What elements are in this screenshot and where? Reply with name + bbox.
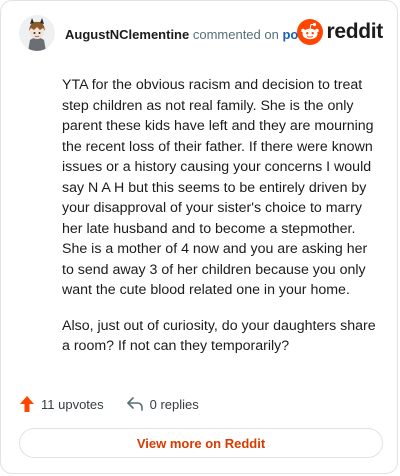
upvote-count: 11 upvotes (41, 396, 104, 412)
commented-on-text: commented on (189, 27, 283, 42)
comment-meta: AugustNClementine commented on post (65, 27, 310, 42)
arrow-up-icon (20, 396, 34, 412)
comment-actions: 11 upvotes 0 replies (19, 393, 221, 415)
reddit-snoo-icon (297, 19, 324, 45)
comment-paragraph: YTA for the obvious racism and decision … (62, 77, 374, 298)
reddit-logo[interactable]: reddit (297, 18, 383, 46)
upvote-button[interactable]: 11 upvotes (19, 395, 104, 413)
embedded-comment-card: AugustNClementine commented on post redd… (0, 0, 398, 474)
user-avatar[interactable] (19, 15, 55, 51)
username-link[interactable]: AugustNClementine (65, 27, 189, 42)
reply-arrow-icon (126, 397, 143, 411)
reddit-wordmark: reddit (326, 20, 383, 43)
comment-paragraph: Also, just out of curiosity, do your dau… (62, 317, 376, 355)
comment-header: AugustNClementine commented on post redd… (19, 15, 383, 51)
comment-body: YTA for the obvious racism and decision … (62, 75, 380, 372)
view-more-button[interactable]: View more on Reddit (19, 428, 383, 458)
reply-button[interactable]: 0 replies (126, 396, 199, 412)
reply-count: 0 replies (149, 396, 199, 412)
